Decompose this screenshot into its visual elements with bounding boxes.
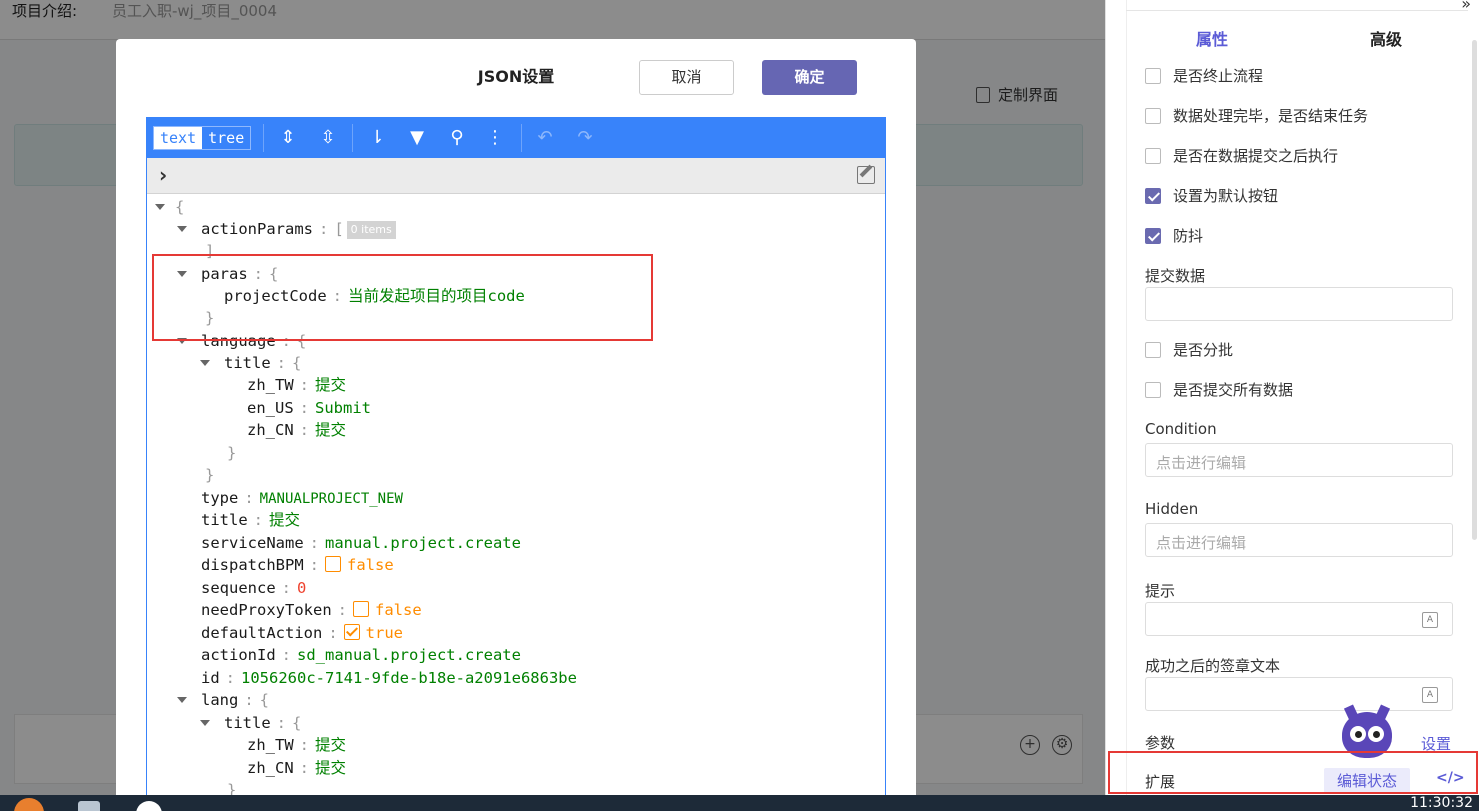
tree-row-projectCode[interactable]: projectCode: 当前发起项目的项目code	[224, 285, 525, 307]
translate-icon[interactable]: A	[1422, 687, 1438, 703]
tree-row-paras[interactable]: paras:{	[177, 263, 278, 285]
checkbox-row-submit-all[interactable]: 是否提交所有数据	[1145, 379, 1293, 400]
tree-row-title[interactable]: title: 提交	[201, 509, 300, 531]
collapse-icon[interactable]: »	[1461, 0, 1471, 13]
bool-checkbox[interactable]	[353, 601, 369, 617]
tree-row-paras-close: }	[205, 309, 215, 327]
cancel-button[interactable]: 取消	[639, 60, 734, 95]
tab-properties[interactable]: 属性	[1196, 26, 1228, 50]
checkbox-row-default-button[interactable]: 设置为默认按钮	[1145, 185, 1278, 206]
checkbox[interactable]	[1145, 341, 1161, 358]
panel-scrollbar[interactable]	[1472, 40, 1477, 540]
bool-checkbox-checked[interactable]	[343, 624, 360, 640]
checkbox-label: 设置为默认按钮	[1173, 187, 1279, 205]
confirm-button[interactable]: 确定	[762, 60, 857, 95]
tree-row-needProxyToken[interactable]: needProxyToken: false	[201, 599, 422, 621]
checkbox-label: 是否终止流程	[1173, 67, 1264, 85]
hidden-label: Hidden	[1145, 500, 1199, 518]
edit-status-badge[interactable]: 编辑状态	[1324, 768, 1410, 794]
checkbox-label: 是否在数据提交之后执行	[1173, 147, 1339, 165]
tree-row-actionParams-close: ]	[205, 242, 215, 260]
mode-switcher[interactable]: text tree	[153, 126, 252, 150]
tree-row-actionId[interactable]: actionId: sd_manual.project.create	[201, 644, 521, 666]
params-label: 参数	[1145, 734, 1176, 752]
taskbar-app-icon[interactable]	[136, 801, 162, 811]
submit-data-input[interactable]	[1145, 287, 1453, 321]
code-icon[interactable]: </>	[1436, 770, 1465, 786]
bool-checkbox[interactable]	[325, 556, 341, 572]
tree-row-zh_CN[interactable]: zh_CN: 提交	[247, 419, 346, 441]
edit-icon[interactable]	[857, 166, 875, 184]
empty-items-badge: 0 items	[346, 221, 396, 239]
owl-assistant-icon[interactable]	[1342, 704, 1392, 758]
tree-row-lang[interactable]: lang:{	[177, 689, 269, 711]
json-editor: text tree ⇕ ⇳ ⇂ ▼ ⚲ ⋮ ↶ ↷ › { actionPara…	[146, 117, 886, 807]
extend-label: 扩展	[1145, 773, 1176, 791]
tree-row-serviceName[interactable]: serviceName: manual.project.create	[201, 532, 521, 554]
checkbox-checked[interactable]	[1145, 187, 1161, 204]
checkbox[interactable]	[1145, 147, 1161, 164]
checkbox[interactable]	[1145, 381, 1161, 398]
filter-icon[interactable]: ▼	[405, 126, 429, 150]
tree-row-language-title[interactable]: title:{	[200, 352, 301, 374]
taskbar: 11:30:32	[0, 795, 1479, 811]
checkbox-label: 是否分批	[1173, 341, 1234, 359]
checkbox-label: 数据处理完毕，是否结束任务	[1173, 107, 1369, 125]
collapse-all-icon[interactable]: ⇳	[316, 126, 340, 150]
mode-text-button[interactable]: text	[154, 127, 203, 149]
checkbox[interactable]	[1145, 107, 1161, 124]
redo-icon[interactable]: ↷	[573, 126, 597, 150]
checkbox-row-batch[interactable]: 是否分批	[1145, 339, 1233, 360]
tree-row-lang-zh_CN[interactable]: zh_CN: 提交	[247, 757, 346, 779]
checkbox-label: 防抖	[1173, 227, 1204, 245]
navigation-bar: ›	[147, 158, 885, 194]
properties-tabs: 属性 高级	[1126, 26, 1466, 56]
submit-data-label: 提交数据	[1145, 267, 1206, 285]
hint-label: 提示	[1145, 582, 1176, 600]
condition-input[interactable]: 点击进行编辑	[1145, 443, 1453, 477]
sign-text-input[interactable]: A	[1145, 677, 1453, 711]
hint-input[interactable]: A	[1145, 602, 1453, 636]
checkbox-row-terminate[interactable]: 是否终止流程	[1145, 65, 1263, 86]
start-button[interactable]	[14, 798, 44, 811]
chevron-right-icon[interactable]: ›	[159, 163, 167, 187]
tree-row-lang-title[interactable]: title:{	[200, 712, 301, 734]
tree-row-language[interactable]: language:{	[177, 330, 306, 352]
checkbox-row-end-task[interactable]: 数据处理完毕，是否结束任务	[1145, 105, 1368, 126]
json-settings-dialog: JSON设置 取消 确定 text tree ⇕ ⇳ ⇂ ▼ ⚲ ⋮ ↶ ↷ ›	[116, 39, 916, 807]
checkbox-row-debounce[interactable]: 防抖	[1145, 225, 1203, 246]
hidden-input[interactable]: 点击进行编辑	[1145, 523, 1453, 557]
clock: 11:30:32	[1410, 795, 1473, 811]
checkbox-label: 是否提交所有数据	[1173, 381, 1294, 399]
properties-panel: » 属性 高级 是否终止流程 数据处理完毕，是否结束任务 是否在数据提交之后执行…	[1105, 0, 1479, 795]
tree-row-type[interactable]: type: MANUALPROJECT_NEW	[201, 487, 403, 509]
taskbar-app-icon[interactable]	[78, 801, 100, 811]
mode-tree-button[interactable]: tree	[202, 127, 251, 149]
tree-row-lang-zh_TW[interactable]: zh_TW: 提交	[247, 734, 346, 756]
tree-row-sequence[interactable]: sequence:0	[201, 577, 306, 599]
sort-icon[interactable]: ⇂	[365, 126, 389, 150]
search-icon[interactable]: ⚲	[445, 126, 469, 150]
checkbox-row-after-submit[interactable]: 是否在数据提交之后执行	[1145, 145, 1338, 166]
tree-row-actionParams[interactable]: actionParams:[0 items	[177, 218, 396, 240]
tree-row-en_US[interactable]: en_US: Submit	[247, 397, 371, 419]
tree-row-defaultAction[interactable]: defaultAction: true	[201, 622, 403, 644]
checkbox-checked[interactable]	[1145, 227, 1161, 244]
tree-row-zh_TW[interactable]: zh_TW: 提交	[247, 374, 346, 396]
tree-row-dispatchBPM[interactable]: dispatchBPM: false	[201, 554, 394, 576]
tree-row-id[interactable]: id:1056260c-7141-9fde-b18e-a2091e6863be	[201, 667, 577, 689]
undo-icon[interactable]: ↶	[533, 126, 557, 150]
condition-label: Condition	[1145, 420, 1217, 438]
params-settings-link[interactable]: 设置	[1421, 733, 1451, 754]
tree-row-root[interactable]: {	[155, 196, 184, 218]
sign-text-label: 成功之后的签章文本	[1145, 657, 1281, 675]
tab-advanced[interactable]: 高级	[1370, 26, 1402, 50]
checkbox[interactable]	[1145, 67, 1161, 84]
more-icon[interactable]: ⋮	[483, 126, 507, 150]
translate-icon[interactable]: A	[1422, 612, 1438, 628]
editor-toolbar: text tree ⇕ ⇳ ⇂ ▼ ⚲ ⋮ ↶ ↷	[147, 118, 885, 158]
expand-all-icon[interactable]: ⇕	[276, 126, 300, 150]
